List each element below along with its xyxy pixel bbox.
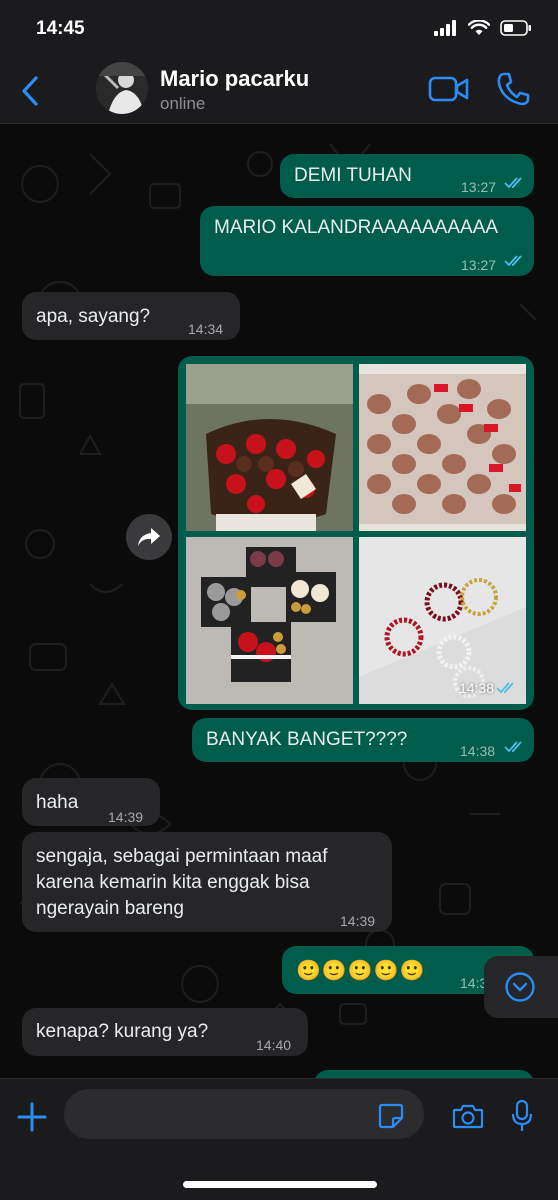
- chat-header: Mario pacarku online: [0, 56, 558, 124]
- microphone-icon[interactable]: [510, 1099, 534, 1133]
- sticker-icon[interactable]: [378, 1103, 404, 1129]
- video-camera-icon[interactable]: [428, 74, 470, 104]
- composer-bar: [0, 1078, 558, 1200]
- phone-icon[interactable]: [496, 71, 530, 107]
- avatar-photo: [96, 62, 148, 114]
- message-bubble-incoming[interactable]: apa, sayang? 14:34: [22, 292, 240, 340]
- message-text: DEMI TUHAN: [294, 165, 412, 186]
- read-ticks-icon: [504, 255, 522, 267]
- message-bubble-incoming[interactable]: sengaja, sebagai permintaan maaf karena …: [22, 832, 392, 932]
- message-bubble-outgoing-partial: [314, 1070, 534, 1078]
- message-bubble-outgoing[interactable]: MARIO KALANDRAAAAAAAAAA 13:27: [200, 206, 534, 276]
- avatar[interactable]: [96, 62, 148, 114]
- chevron-left-icon[interactable]: [18, 74, 42, 108]
- message-time: 14:40: [256, 1037, 292, 1053]
- message-time: 14:38: [460, 743, 496, 759]
- message-time: 14:39: [108, 809, 144, 825]
- photo-grid: [186, 364, 526, 704]
- message-text: 🙂🙂🙂🙂🙂: [296, 958, 426, 982]
- status-time: 14:45: [36, 18, 85, 39]
- chocolate-strawberries-photo: [359, 364, 526, 531]
- message-text: MARIO KALANDRAAAAAAAAAA: [214, 217, 499, 238]
- forward-button[interactable]: [126, 514, 172, 560]
- message-bubble-outgoing[interactable]: DEMI TUHAN 13:27: [280, 154, 534, 198]
- message-bubble-incoming[interactable]: haha 14:39: [22, 778, 160, 826]
- read-ticks-icon: [504, 741, 522, 753]
- status-bar: 14:45: [0, 0, 558, 56]
- message-time: 13:27: [461, 257, 497, 273]
- contact-status: online: [160, 94, 206, 113]
- signal-icon: [434, 20, 456, 36]
- message-text: haha: [36, 792, 79, 813]
- chat-area[interactable]: DEMI TUHAN 13:27 MARIO KALANDRAAAAAAAAAA…: [0, 124, 558, 1078]
- message-time: 14:34: [188, 321, 224, 337]
- message-text-line: sengaja, sebagai permintaan maaf: [36, 846, 328, 867]
- home-indicator[interactable]: [183, 1181, 377, 1188]
- strawberry-bouquet-photo: [186, 364, 353, 531]
- message-bubble-outgoing[interactable]: BANYAK BANGET???? 14:38: [192, 718, 534, 762]
- message-input[interactable]: [64, 1089, 424, 1139]
- photo-tile[interactable]: [186, 537, 353, 704]
- message-text: kenapa? kurang ya?: [36, 1021, 209, 1042]
- beaded-rings-photo: [359, 537, 526, 704]
- photo-tile[interactable]: [359, 537, 526, 704]
- message-time: 14:38: [458, 680, 494, 696]
- message-bubble-incoming[interactable]: kenapa? kurang ya? 14:40: [22, 1008, 308, 1056]
- photo-tile[interactable]: [186, 364, 353, 531]
- plus-icon[interactable]: [16, 1101, 48, 1133]
- gift-boxes-photo: [186, 537, 353, 704]
- photo-tile[interactable]: [359, 364, 526, 531]
- status-icons: [434, 20, 532, 36]
- message-text: apa, sayang?: [36, 306, 151, 327]
- read-ticks-icon: [496, 682, 514, 694]
- photo-album-message[interactable]: 14:38: [178, 356, 534, 710]
- read-ticks-icon: [504, 177, 522, 189]
- chevron-down-circle-icon: [505, 972, 535, 1002]
- message-time: 13:27: [461, 179, 497, 195]
- message-text-line: ngerayain bareng: [36, 898, 184, 919]
- message-time: 14:39: [340, 913, 376, 929]
- battery-icon: [500, 20, 531, 36]
- message-text: BANYAK BANGET????: [206, 729, 408, 750]
- wifi-icon: [468, 20, 490, 35]
- contact-name[interactable]: Mario pacarku: [160, 66, 309, 92]
- forward-arrow-icon: [138, 528, 160, 546]
- scroll-to-bottom-button[interactable]: [484, 956, 558, 1018]
- message-text-line: karena kemarin kita enggak bisa: [36, 872, 310, 893]
- camera-icon[interactable]: [452, 1103, 484, 1129]
